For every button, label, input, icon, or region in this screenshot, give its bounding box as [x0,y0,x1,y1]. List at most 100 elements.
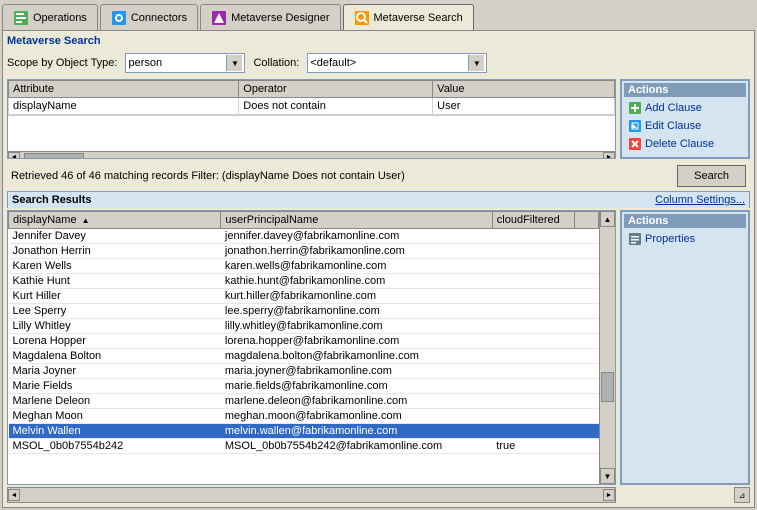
cell-display-name: Melvin Wallen [9,424,221,439]
cell-cloudfiltered: true [492,439,575,454]
cell-cloudfiltered [492,394,575,409]
cell-display-name: Kathie Hunt [9,274,221,289]
h-scrollbar[interactable]: ◄ ► [7,487,616,503]
table-row[interactable]: Karen Wellskaren.wells@fabrikamonline.co… [9,259,599,274]
add-clause-icon [628,101,642,115]
cell-extra [575,259,599,274]
scroll-thumb[interactable] [24,153,84,160]
table-row[interactable]: Magdalena Boltonmagdalena.bolton@fabrika… [9,349,599,364]
cell-userprincipalname: kurt.hiller@fabrikamonline.com [221,289,492,304]
cell-userprincipalname: jennifer.davey@fabrikamonline.com [221,229,492,244]
table-row[interactable]: Maria Joynermaria.joyner@fabrikamonline.… [9,364,599,379]
object-type-arrow[interactable]: ▼ [226,55,242,71]
operations-icon [13,10,29,26]
cell-extra [575,349,599,364]
cell-display-name: Karen Wells [9,259,221,274]
table-row[interactable]: Jonathon Herrinjonathon.herrin@fabrikamo… [9,244,599,259]
col-userprincipalname[interactable]: userPrincipalName [221,212,492,229]
filter-row[interactable]: displayName Does not contain User [9,98,615,115]
collation-dropdown[interactable]: <default> ▼ [307,53,487,73]
object-type-dropdown[interactable]: person ▼ [125,53,245,73]
col-cloudfiltered[interactable]: cloudFiltered [492,212,575,229]
cell-display-name: MSOL_0b0b7554b242 [9,439,221,454]
cell-display-name: Marlene Deleon [9,394,221,409]
cell-extra [575,319,599,334]
cell-extra [575,409,599,424]
metaverse-designer-icon [211,10,227,26]
collation-arrow[interactable]: ▼ [468,55,484,71]
column-settings-link[interactable]: Column Settings... [655,194,745,206]
scroll-up-btn[interactable]: ▲ [600,211,615,227]
tab-connectors-label: Connectors [131,12,187,24]
cell-cloudfiltered [492,334,575,349]
filter-table: Attribute Operator Value displayName Doe… [8,80,615,115]
edit-clause-label: Edit Clause [645,120,701,132]
cell-cloudfiltered [492,259,575,274]
table-row[interactable]: Meghan Moonmeghan.moon@fabrikamonline.co… [9,409,599,424]
tab-connectors[interactable]: Connectors [100,4,198,30]
tab-operations[interactable]: Operations [2,4,98,30]
resize-corner[interactable]: ⊿ [734,487,750,503]
table-row[interactable]: Lilly Whitleylilly.whitley@fabrikamonlin… [9,319,599,334]
table-row[interactable]: Melvin Wallenmelvin.wallen@fabrikamonlin… [9,424,599,439]
cell-userprincipalname: melvin.wallen@fabrikamonline.com [221,424,492,439]
tab-metaverse-search-label: Metaverse Search [374,12,463,24]
cell-extra [575,274,599,289]
table-row[interactable]: Marlene Deleonmarlene.deleon@fabrikamonl… [9,394,599,409]
results-table-wrapper[interactable]: displayName ▲ userPrincipalName cloudFil… [8,211,599,484]
search-button[interactable]: Search [677,165,746,187]
table-row[interactable]: MSOL_0b0b7554b242MSOL_0b0b7554b242@fabri… [9,439,599,454]
edit-clause-icon [628,119,642,133]
cell-extra [575,394,599,409]
cell-extra [575,334,599,349]
col-display-name[interactable]: displayName ▲ [9,212,221,229]
collation-value: <default> [310,57,356,69]
tab-metaverse-search[interactable]: Metaverse Search [343,4,474,30]
table-row[interactable]: Marie Fieldsmarie.fields@fabrikamonline.… [9,379,599,394]
section-title: Metaverse Search [7,35,750,47]
filter-attribute: displayName [9,98,239,115]
results-scroll-container: displayName ▲ userPrincipalName cloudFil… [8,211,615,484]
table-row[interactable]: Jennifer Daveyjennifer.davey@fabrikamonl… [9,229,599,244]
cell-display-name: Maria Joyner [9,364,221,379]
cell-extra [575,439,599,454]
delete-clause-button[interactable]: Delete Clause [624,135,746,153]
table-row[interactable]: Lee Sperrylee.sperry@fabrikamonline.com [9,304,599,319]
add-clause-button[interactable]: Add Clause [624,99,746,117]
cell-display-name: Meghan Moon [9,409,221,424]
properties-button[interactable]: Properties [624,230,746,248]
tab-bar: Operations Connectors Metaverse Designer… [0,0,757,30]
cell-userprincipalname: marie.fields@fabrikamonline.com [221,379,492,394]
hscroll-left[interactable]: ◄ [8,489,20,501]
results-vscrollbar[interactable]: ▲ ▼ [599,211,615,484]
cell-extra [575,304,599,319]
status-bar: Retrieved 46 of 46 matching records Filt… [7,163,750,189]
cell-cloudfiltered [492,289,575,304]
table-row[interactable]: Kurt Hillerkurt.hiller@fabrikamonline.co… [9,289,599,304]
cell-cloudfiltered [492,379,575,394]
scroll-down-btn[interactable]: ▼ [600,468,615,484]
hscroll-right[interactable]: ► [603,489,615,501]
filter-hscrollbar[interactable]: ◄ ► [8,151,615,159]
cell-extra [575,244,599,259]
cell-extra [575,364,599,379]
cell-cloudfiltered [492,319,575,334]
tab-metaverse-designer[interactable]: Metaverse Designer [200,4,340,30]
results-title: Search Results [12,194,91,206]
tab-operations-label: Operations [33,12,87,24]
status-text: Retrieved 46 of 46 matching records Filt… [11,170,405,182]
cell-display-name: Kurt Hiller [9,289,221,304]
scroll-left-arrow[interactable]: ◄ [8,152,20,160]
cell-extra [575,424,599,439]
scroll-thumb-v[interactable] [601,372,614,402]
cell-userprincipalname: meghan.moon@fabrikamonline.com [221,409,492,424]
cell-display-name: Lilly Whitley [9,319,221,334]
edit-clause-button[interactable]: Edit Clause [624,117,746,135]
cell-cloudfiltered [492,274,575,289]
scroll-track[interactable] [600,227,615,468]
table-row[interactable]: Lorena Hopperlorena.hopper@fabrikamonlin… [9,334,599,349]
scroll-right-arrow[interactable]: ► [603,152,615,160]
table-row[interactable]: Kathie Huntkathie.hunt@fabrikamonline.co… [9,274,599,289]
cell-cloudfiltered [492,229,575,244]
cell-userprincipalname: lilly.whitley@fabrikamonline.com [221,319,492,334]
